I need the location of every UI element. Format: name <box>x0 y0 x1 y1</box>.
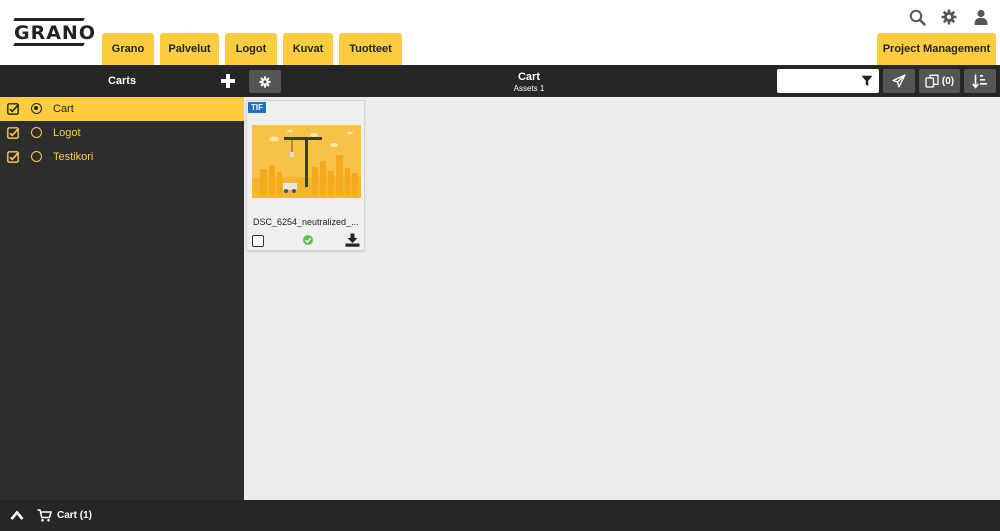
cart-item-testikori[interactable]: Testikori <box>0 145 244 169</box>
filter-icon[interactable] <box>861 75 873 87</box>
checked-box-icon[interactable] <box>7 103 19 115</box>
nav-tab-logot[interactable]: Logot <box>225 33 277 65</box>
cart-item-label: Logot <box>53 127 81 139</box>
main-nav: Grano Palvelut Logot Kuvat Tuotteet <box>102 33 402 65</box>
chevron-up-icon[interactable] <box>10 509 24 521</box>
cart-item-label: Cart <box>53 103 74 115</box>
plus-icon <box>221 74 235 88</box>
asset-filename[interactable]: DSC_6254_neutralized_... <box>253 217 361 227</box>
sort-icon <box>972 74 987 89</box>
filter-input[interactable] <box>777 69 859 93</box>
nav-tab-project-management[interactable]: Project Management <box>877 33 996 65</box>
asset-thumbnail[interactable] <box>252 125 361 198</box>
cart-settings-button[interactable] <box>249 70 281 93</box>
file-type-badge: TIF <box>248 102 266 113</box>
gear-icon[interactable] <box>940 8 958 26</box>
filter-box <box>777 69 879 93</box>
copy-icon <box>925 74 939 88</box>
asset-card[interactable]: TIF DSC_6254_neutralized_... <box>246 100 365 251</box>
radio-button[interactable] <box>31 127 42 138</box>
asset-select-checkbox[interactable] <box>252 235 264 247</box>
carts-title: Carts <box>107 75 137 87</box>
radio-dot <box>34 106 38 110</box>
download-icon[interactable] <box>345 233 360 247</box>
cart-item-cart[interactable]: Cart <box>0 97 244 121</box>
logo-line-top <box>13 18 85 21</box>
logo-text: GRANO <box>14 22 96 44</box>
shopping-cart-icon <box>37 509 52 522</box>
cart-summary[interactable]: Cart (1) <box>57 510 92 521</box>
user-icon[interactable] <box>972 8 990 26</box>
radio-button[interactable] <box>31 151 42 162</box>
cart-footer-bar: Cart (1) <box>0 500 1000 531</box>
send-button[interactable] <box>883 69 915 93</box>
copies-button[interactable]: (0) <box>919 69 960 93</box>
checked-box-icon[interactable] <box>7 127 19 139</box>
search-icon[interactable] <box>908 8 926 26</box>
status-ok-icon <box>303 235 313 245</box>
asset-count: Assets 1 <box>513 84 545 93</box>
cart-item-logot[interactable]: Logot <box>0 121 244 145</box>
sort-button[interactable] <box>964 69 996 93</box>
cart-heading: Cart Assets 1 <box>429 71 629 94</box>
nav-tab-grano[interactable]: Grano <box>102 33 154 65</box>
header-actions <box>908 8 990 26</box>
logo-line-bottom <box>13 43 85 46</box>
cart-title: Cart <box>517 71 540 83</box>
grano-logo[interactable]: GRANO <box>13 18 96 48</box>
gear-icon <box>259 75 271 88</box>
nav-tab-tuotteet[interactable]: Tuotteet <box>339 33 402 65</box>
toolbar: Carts Cart Assets 1 (0) <box>0 65 1000 97</box>
copies-count: (0) <box>941 75 955 87</box>
selected-radio[interactable] <box>31 103 42 114</box>
checked-box-icon[interactable] <box>7 151 19 163</box>
paper-plane-icon <box>892 74 906 88</box>
cart-item-label: Testikori <box>53 151 94 163</box>
add-cart-button[interactable] <box>219 72 237 90</box>
nav-tab-kuvat[interactable]: Kuvat <box>283 33 333 65</box>
carts-sidebar: Cart Logot Testikori <box>0 97 244 500</box>
app-header: GRANO Grano Palvelut Logot Kuvat Tuottee… <box>0 0 1000 65</box>
nav-tab-palvelut[interactable]: Palvelut <box>160 33 219 65</box>
